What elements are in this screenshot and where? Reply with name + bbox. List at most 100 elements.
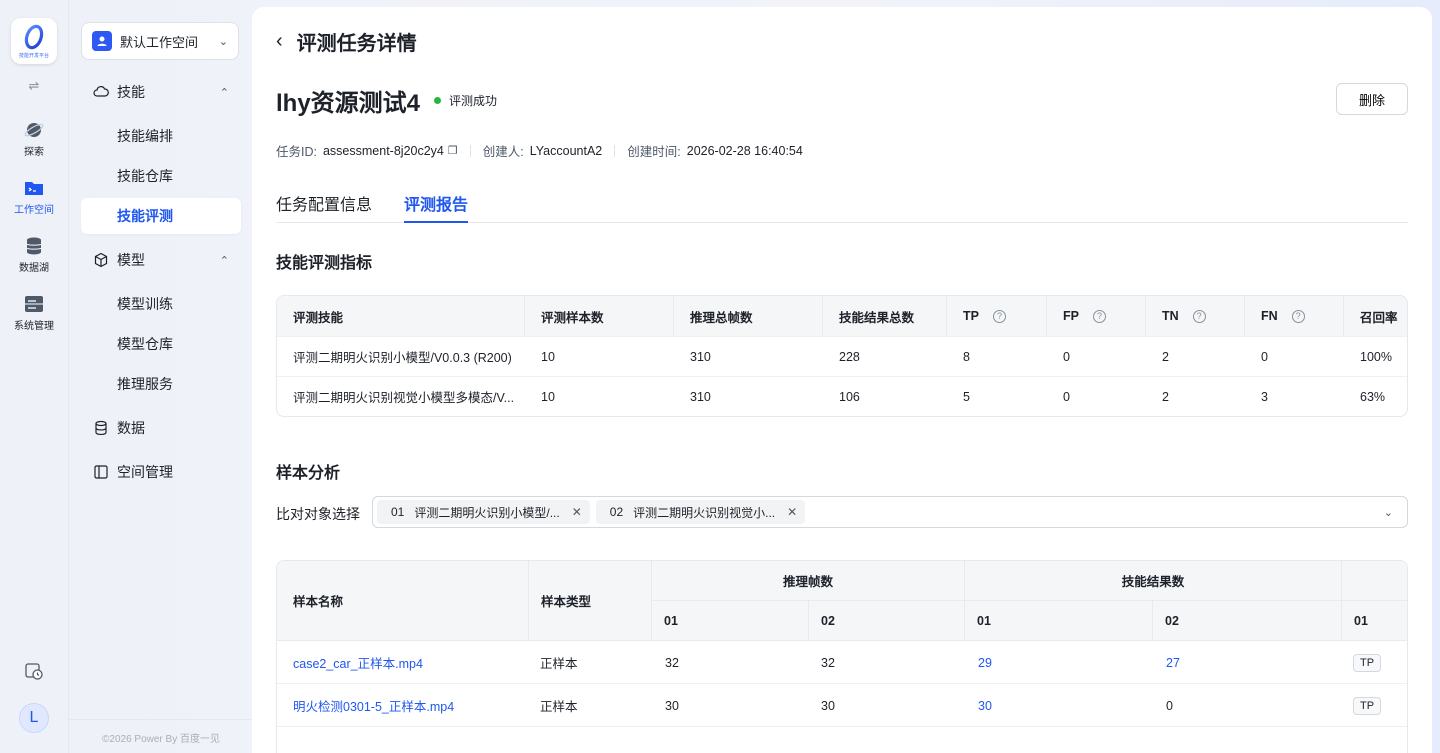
table-cell: 63% (1360, 389, 1386, 404)
logo-icon (24, 24, 44, 50)
sidebar-item-model-training[interactable]: 模型训练 (81, 286, 241, 322)
table-cell: 32 (821, 655, 835, 670)
collapse-toggle-icon[interactable]: ⇌ (29, 78, 40, 94)
column-header-recall: 召回率 (1360, 310, 1398, 325)
table-cell: 310 (690, 349, 711, 364)
copyright: ©2026 Power By 百度一见 (69, 719, 253, 745)
sidebar-item-model-repository[interactable]: 模型仓库 (81, 326, 241, 362)
task-meta: 任务ID: assessment-8j20c2y4 ❐ 创建人: LYaccou… (276, 141, 803, 160)
result-count-link[interactable]: 30 (978, 684, 992, 727)
column-header-results: 技能结果数 (965, 561, 1342, 601)
table-row: 评测二期明火识别视觉小模型多模态/V... 10 310 106 5 0 2 3… (277, 376, 1407, 416)
result-count-link[interactable]: 29 (978, 641, 992, 684)
subheader: 01 (1342, 601, 1407, 641)
status-text: 评测成功 (449, 94, 498, 108)
book-icon (93, 464, 109, 480)
column-header-extra (1342, 561, 1407, 601)
column-header-fn: FN? (1245, 296, 1344, 336)
task-id-label: 任务ID: (276, 145, 317, 159)
cube-icon (93, 252, 109, 268)
column-header-tp: TP? (947, 296, 1047, 336)
close-icon[interactable]: ✕ (787, 505, 797, 519)
rail-label: 探索 (24, 147, 44, 158)
table-cell: 2 (1162, 389, 1169, 404)
table-cell: 评测二期明火识别视觉小模型多模态/V... (293, 391, 515, 405)
table-cell: 100% (1360, 349, 1392, 364)
page-title: 评测任务详情 (296, 33, 417, 55)
nav-group-space-management[interactable]: 空间管理 (81, 450, 241, 494)
tp-tag: TP (1353, 696, 1382, 715)
created-time-value: 2026-02-28 16:40:54 (686, 143, 803, 158)
column-header-tn: TN? (1146, 296, 1245, 336)
back-arrow-icon[interactable]: ‹ (276, 30, 283, 53)
table-cell: 228 (839, 349, 860, 364)
help-icon[interactable]: ? (1192, 309, 1206, 323)
tab-evaluation-report[interactable]: 评测报告 (404, 191, 469, 223)
tab-bar: 任务配置信息 评测报告 (276, 191, 1408, 223)
status-badge: 评测成功 (434, 92, 497, 109)
workspace-selector[interactable]: 默认工作空间 ⌄ (81, 22, 239, 60)
subheader: 01 (965, 601, 1153, 641)
tab-task-config[interactable]: 任务配置信息 (276, 191, 372, 223)
table-row: case2_car_正样本.mp4 正样本 32 32 29 27 TP (277, 641, 1407, 684)
workspace-name: 默认工作空间 (120, 34, 199, 50)
result-count-link[interactable]: 27 (1166, 641, 1180, 684)
table-cell: 0 (1063, 389, 1070, 404)
table-row: 评测二期明火识别小模型/V0.0.3 (R200) 10 310 228 8 0… (277, 336, 1407, 376)
metrics-section-title: 技能评测指标 (276, 255, 373, 272)
rail-item-datalake[interactable]: 数据湖 (4, 236, 64, 274)
close-icon[interactable]: ✕ (572, 505, 582, 519)
table-cell: 0 (1063, 349, 1070, 364)
column-header-fp: FP? (1047, 296, 1146, 336)
table-cell: 2 (1162, 349, 1169, 364)
chevron-up-icon: ⌃ (219, 86, 229, 99)
chevron-down-icon: ⌄ (1383, 506, 1393, 519)
column-header-sample-name: 样本名称 (277, 561, 529, 641)
compare-select[interactable]: 01 评测二期明火识别小模型/... ✕ 02 评测二期明火识别视觉小... ✕… (372, 496, 1408, 528)
column-header-sample-type: 样本类型 (529, 561, 652, 641)
avatar[interactable]: L (19, 703, 49, 733)
rail-item-explore[interactable]: 探索 (4, 120, 64, 158)
help-icon[interactable]: ? (1291, 309, 1305, 323)
table-cell: 32 (665, 655, 679, 670)
table-row: 明火检测0301-5_正样本.mp4 正样本 30 30 30 0 TP (277, 684, 1407, 727)
subheader: 01 (652, 601, 809, 641)
samples-section-title: 样本分析 (276, 465, 341, 482)
chevron-down-icon: ⌄ (218, 35, 228, 48)
history-icon[interactable] (25, 662, 43, 683)
sample-name-link[interactable]: case2_car_正样本.mp4 (293, 641, 423, 684)
table-cell: 10 (541, 349, 555, 364)
column-header: 评测样本数 (525, 296, 674, 336)
server-icon (24, 294, 44, 314)
nav-group-data[interactable]: 数据 (81, 406, 241, 450)
rail-item-system[interactable]: 系统管理 (4, 294, 64, 332)
nav-group-skills[interactable]: 技能 ⌃ (81, 70, 241, 114)
metrics-table: 评测技能 评测样本数 推理总帧数 技能结果总数 TP? FP? TN? FN? … (276, 295, 1408, 417)
help-icon[interactable]: ? (1092, 309, 1106, 323)
app-logo[interactable]: 技能开发平台 (11, 18, 57, 64)
table-cell: 0 (1261, 349, 1268, 364)
sidebar-item-skill-orchestration[interactable]: 技能编排 (81, 118, 241, 154)
table-cell: 3 (1261, 389, 1268, 404)
delete-button[interactable]: 删除 (1336, 83, 1408, 115)
help-icon[interactable]: ? (992, 309, 1006, 323)
sidebar-item-skill-evaluation[interactable]: 技能评测 (81, 198, 241, 234)
copy-icon[interactable]: ❐ (448, 144, 458, 157)
chevron-up-icon: ⌃ (219, 254, 229, 267)
compare-chip: 01 评测二期明火识别小模型/... ✕ (377, 500, 590, 524)
sample-name-link[interactable]: 明火检测0301-5_正样本.mp4 (293, 684, 454, 727)
database-icon (93, 420, 109, 436)
table-cell: 正样本 (540, 657, 578, 671)
nav-group-models[interactable]: 模型 ⌃ (81, 238, 241, 282)
rail-label: 系统管理 (14, 321, 54, 332)
sidebar-item-skill-repository[interactable]: 技能仓库 (81, 158, 241, 194)
sidebar-item-inference-service[interactable]: 推理服务 (81, 366, 241, 402)
column-header: 技能结果总数 (823, 296, 947, 336)
logo-subtitle: 技能开发平台 (18, 53, 49, 59)
column-header-frames: 推理帧数 (652, 561, 965, 601)
user-icon (92, 31, 112, 51)
table-cell: 评测二期明火识别小模型/V0.0.3 (R200) (293, 351, 512, 365)
table-cell: 正样本 (540, 700, 578, 714)
rail-item-workspace[interactable]: 工作空间 (4, 178, 64, 216)
table-cell: 106 (839, 389, 860, 404)
